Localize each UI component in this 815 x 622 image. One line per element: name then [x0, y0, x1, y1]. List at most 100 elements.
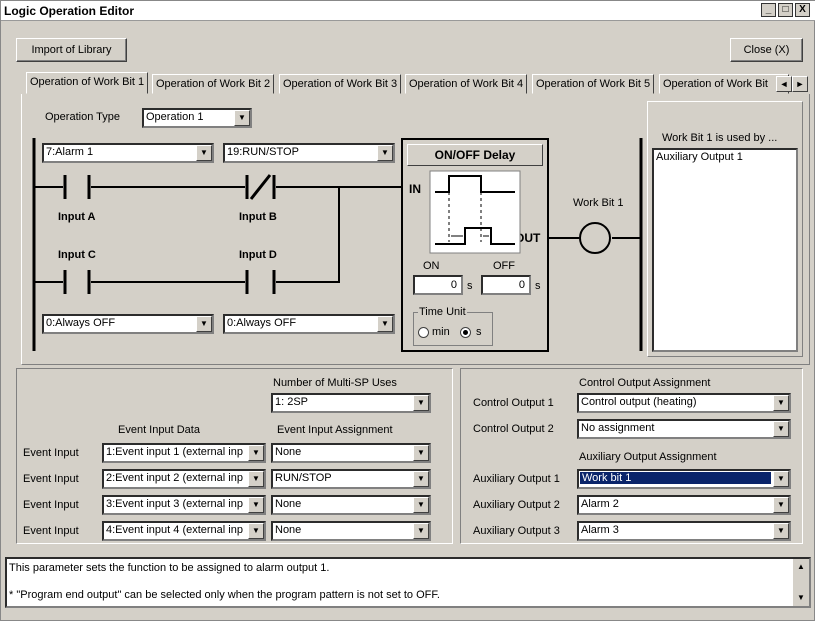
control-output-1-value: Control output (heating)	[581, 396, 697, 408]
radio-min[interactable]	[418, 327, 429, 338]
auxiliary-output-3-select[interactable]: Alarm 3 ▼	[577, 521, 791, 541]
num-multi-sp-label: Number of Multi-SP Uses	[273, 377, 397, 389]
control-output-2-value: No assignment	[581, 422, 655, 434]
event-input-label: Event Input	[23, 499, 79, 511]
event-input-2-assign-select[interactable]: RUN/STOP ▼	[271, 469, 431, 489]
event-input-1-assign-select[interactable]: None ▼	[271, 443, 431, 463]
input-b-select[interactable]: 19:RUN/STOP ▼	[223, 143, 395, 163]
dropdown-icon[interactable]: ▼	[773, 395, 789, 411]
event-input-label: Event Input	[23, 525, 79, 537]
dropdown-icon[interactable]: ▼	[413, 395, 429, 411]
dropdown-icon[interactable]: ▼	[413, 445, 429, 461]
event-input-1-assign: None	[275, 446, 302, 458]
input-d-value: 0:Always OFF	[227, 317, 297, 329]
input-c-label: Input C	[58, 249, 96, 261]
control-output-1-label: Control Output 1	[473, 397, 554, 409]
list-item[interactable]: Auxiliary Output 1	[654, 150, 796, 164]
event-input-4-assign-select[interactable]: None ▼	[271, 521, 431, 541]
dropdown-icon[interactable]: ▼	[773, 497, 789, 513]
radio-s-label: s	[476, 326, 482, 338]
work-bit-label: Work Bit 1	[573, 197, 624, 209]
event-input-label: Event Input	[23, 447, 79, 459]
delay-on-input[interactable]: 0	[413, 275, 463, 295]
auxiliary-output-3-value: Alarm 3	[581, 524, 619, 536]
scroll-up-icon[interactable]: ▲	[793, 559, 809, 575]
delay-title: ON/OFF Delay	[407, 144, 543, 166]
on-off-delay-block: ON/OFF Delay IN OUT ON OFF 0 s 0 s Time …	[401, 138, 549, 352]
input-a-value: 7:Alarm 1	[46, 146, 94, 158]
dropdown-icon[interactable]: ▼	[413, 497, 429, 513]
event-input-2-data-select[interactable]: 2:Event input 2 (external inp ▼	[102, 469, 266, 489]
event-input-4-data: 4:Event input 4 (external inp	[106, 524, 243, 536]
delay-off-label: OFF	[493, 260, 515, 272]
delay-on-unit: s	[467, 280, 473, 292]
dropdown-icon[interactable]: ▼	[196, 145, 212, 161]
event-input-1-data-select[interactable]: 1:Event input 1 (external inp ▼	[102, 443, 266, 463]
auxiliary-output-2-label: Auxiliary Output 2	[473, 499, 560, 511]
help-scrollbar[interactable]: ▲ ▼	[793, 559, 809, 606]
event-input-assignment-header: Event Input Assignment	[277, 424, 393, 436]
tab-work-bit-1[interactable]: Operation of Work Bit 1	[26, 72, 149, 94]
input-b-value: 19:RUN/STOP	[227, 146, 299, 158]
help-line-2: * "Program end output" can be selected o…	[9, 589, 440, 601]
dropdown-icon[interactable]: ▼	[413, 523, 429, 539]
time-unit-group: Time Unit min s	[413, 306, 493, 346]
auxiliary-output-1-label: Auxiliary Output 1	[473, 473, 560, 485]
time-unit-label: Time Unit	[418, 306, 467, 318]
input-b-label: Input B	[239, 211, 277, 223]
num-multi-sp-value: 1: 2SP	[275, 396, 309, 408]
delay-off-input[interactable]: 0	[481, 275, 531, 295]
dropdown-icon[interactable]: ▼	[773, 471, 789, 487]
input-a-select[interactable]: 7:Alarm 1 ▼	[42, 143, 214, 163]
input-a-label: Input A	[58, 211, 96, 223]
dropdown-icon[interactable]: ▼	[377, 145, 393, 161]
help-text-box[interactable]: This parameter sets the function to be a…	[5, 557, 811, 608]
event-input-2-data: 2:Event input 2 (external inp	[106, 472, 243, 484]
used-by-title: Work Bit 1 is used by ...	[662, 132, 778, 144]
event-input-3-assign-select[interactable]: None ▼	[271, 495, 431, 515]
auxiliary-output-assignment-header: Auxiliary Output Assignment	[579, 451, 717, 463]
auxiliary-output-1-select[interactable]: Work bit 1 ▼	[577, 469, 791, 489]
dropdown-icon[interactable]: ▼	[248, 497, 264, 513]
event-input-4-data-select[interactable]: 4:Event input 4 (external inp ▼	[102, 521, 266, 541]
used-by-list[interactable]: Auxiliary Output 1	[652, 148, 798, 352]
input-c-value: 0:Always OFF	[46, 317, 116, 329]
auxiliary-output-2-value: Alarm 2	[581, 498, 619, 510]
logic-operation-editor-window: Logic Operation Editor _ □ X Import of L…	[0, 0, 815, 621]
delay-off-unit: s	[535, 280, 541, 292]
dropdown-icon[interactable]: ▼	[196, 316, 212, 332]
scroll-down-icon[interactable]: ▼	[793, 590, 809, 606]
event-input-2-assign: RUN/STOP	[275, 472, 332, 484]
dropdown-icon[interactable]: ▼	[413, 471, 429, 487]
control-output-assignment-header: Control Output Assignment	[579, 377, 711, 389]
dropdown-icon[interactable]: ▼	[248, 471, 264, 487]
dropdown-icon[interactable]: ▼	[773, 523, 789, 539]
event-input-4-assign: None	[275, 524, 302, 536]
auxiliary-output-2-select[interactable]: Alarm 2 ▼	[577, 495, 791, 515]
control-output-2-select[interactable]: No assignment ▼	[577, 419, 791, 439]
dropdown-icon[interactable]: ▼	[248, 523, 264, 539]
auxiliary-output-3-label: Auxiliary Output 3	[473, 525, 560, 537]
control-output-1-select[interactable]: Control output (heating) ▼	[577, 393, 791, 413]
dropdown-icon[interactable]: ▼	[773, 421, 789, 437]
event-input-3-data: 3:Event input 3 (external inp	[106, 498, 243, 510]
help-line-1: This parameter sets the function to be a…	[9, 562, 330, 574]
delay-in-label: IN	[409, 182, 421, 196]
auxiliary-output-1-value: Work bit 1	[580, 472, 771, 484]
dropdown-icon[interactable]: ▼	[248, 445, 264, 461]
num-multi-sp-select[interactable]: 1: 2SP ▼	[271, 393, 431, 413]
input-d-select[interactable]: 0:Always OFF ▼	[223, 314, 395, 334]
event-input-1-data: 1:Event input 1 (external inp	[106, 446, 243, 458]
delay-on-label: ON	[423, 260, 440, 272]
event-input-label: Event Input	[23, 473, 79, 485]
input-d-label: Input D	[239, 249, 277, 261]
delay-timing-icon	[429, 170, 521, 254]
event-input-data-header: Event Input Data	[118, 424, 200, 436]
dropdown-icon[interactable]: ▼	[377, 316, 393, 332]
event-input-3-data-select[interactable]: 3:Event input 3 (external inp ▼	[102, 495, 266, 515]
radio-min-label: min	[432, 326, 450, 338]
used-by-panel: Work Bit 1 is used by ... Auxiliary Outp…	[647, 101, 803, 357]
input-c-select[interactable]: 0:Always OFF ▼	[42, 314, 214, 334]
radio-s[interactable]	[460, 327, 471, 338]
control-output-2-label: Control Output 2	[473, 423, 554, 435]
